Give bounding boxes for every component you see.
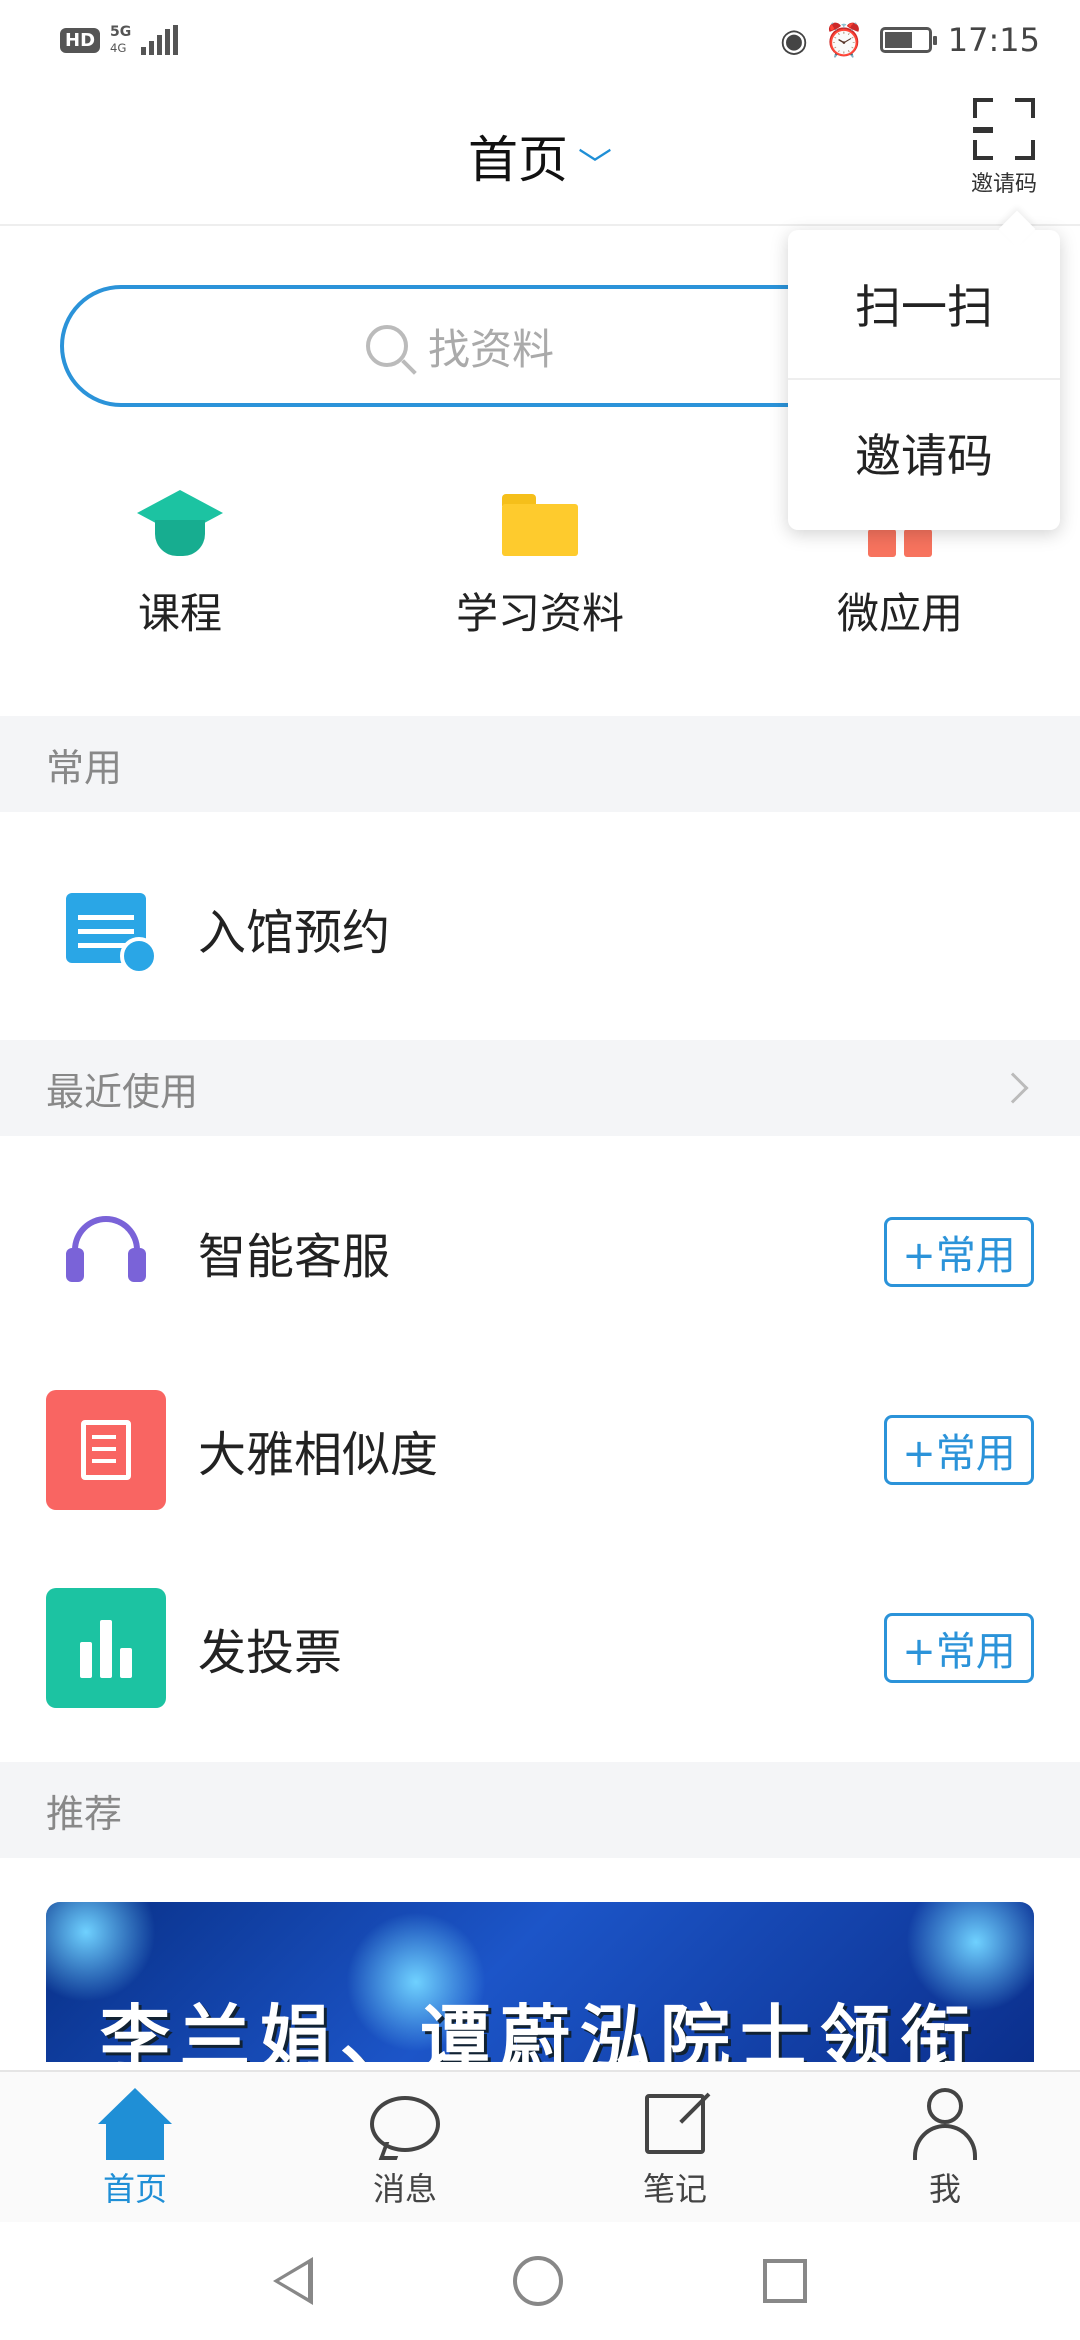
home-icon: [98, 2088, 172, 2160]
app-header: 首页 ﹀ 邀请码: [0, 80, 1080, 226]
invite-code-button[interactable]: 邀请码: [964, 98, 1044, 198]
calendar-clock-icon: [66, 893, 158, 975]
hd-indicator: HD: [60, 27, 101, 53]
home-circle-icon[interactable]: [513, 2256, 563, 2306]
list-item-label: 智能客服: [198, 1229, 391, 1285]
back-icon[interactable]: [273, 2257, 313, 2305]
list-item-label: 大雅相似度: [198, 1427, 439, 1483]
quick-entry-label: 学习资料: [455, 589, 624, 638]
recents-icon[interactable]: [763, 2259, 807, 2303]
search-placeholder: 找资料: [427, 324, 554, 374]
edit-note-icon: [645, 2094, 705, 2154]
add-to-common-button[interactable]: +常用: [884, 1613, 1034, 1683]
quick-entry-materials[interactable]: 学习资料: [360, 470, 720, 670]
section-header-common: 常用: [0, 716, 1080, 812]
add-to-common-button[interactable]: +常用: [884, 1217, 1034, 1287]
tab-label: 首页: [102, 2170, 167, 2208]
add-to-common-button[interactable]: +常用: [884, 1415, 1034, 1485]
quick-entry-label: 微应用: [836, 589, 963, 638]
list-item-vote[interactable]: 发投票 +常用: [0, 1550, 1080, 1746]
scan-frame-icon: [973, 98, 1035, 160]
tab-home[interactable]: 首页: [0, 2072, 270, 2222]
menu-item-invite-code[interactable]: 邀请码: [788, 378, 1060, 526]
status-bar: HD 5G 4G ◉ ⏰ 17:15: [0, 0, 1080, 80]
section-title: 常用: [46, 745, 123, 790]
chevron-right-icon: [997, 1072, 1029, 1104]
quick-entry-courses[interactable]: 课程: [0, 470, 360, 670]
list-item-label: 发投票: [198, 1625, 343, 1681]
tab-label: 消息: [372, 2170, 437, 2208]
quick-entry-label: 课程: [137, 589, 222, 638]
page-title: 首页: [468, 131, 568, 189]
tab-notes[interactable]: 笔记: [540, 2072, 810, 2222]
list-item-label: 入馆预约: [198, 905, 391, 961]
tab-messages[interactable]: 消息: [270, 2072, 540, 2222]
bottom-tab-bar: 首页 消息 笔记 我: [0, 2070, 1080, 2222]
recommend-banner[interactable]: 李兰娟、谭蔚泓院士领衔: [46, 1902, 1034, 2062]
list-item-daya-similarity[interactable]: 大雅相似度 +常用: [0, 1352, 1080, 1548]
section-title: 最近使用: [46, 1069, 199, 1114]
search-box[interactable]: 找资料: [60, 285, 860, 407]
menu-item-scan[interactable]: 扫一扫: [788, 230, 1060, 378]
bar-chart-icon: [46, 1588, 166, 1708]
battery-icon: [879, 27, 937, 53]
invite-code-label: 邀请码: [970, 172, 1037, 197]
tab-me[interactable]: 我: [810, 2072, 1080, 2222]
banner-title: 李兰娟、谭蔚泓院士领衔: [100, 1997, 980, 2062]
section-title: 推荐: [46, 1791, 123, 1836]
search-icon: [365, 325, 408, 367]
list-item-smart-service[interactable]: 智能客服 +常用: [0, 1154, 1080, 1350]
message-bubble-icon: [370, 2096, 440, 2152]
user-icon: [913, 2088, 977, 2160]
system-navigation-bar: [0, 2222, 1080, 2340]
network-indicator: 5G 4G: [110, 24, 132, 55]
chevron-down-icon: ﹀: [578, 146, 612, 186]
graduation-cap-icon: [137, 490, 223, 560]
folder-icon: [502, 494, 578, 556]
list-item-library-booking[interactable]: 入馆预约: [0, 830, 1080, 1026]
page-title-dropdown[interactable]: 首页 ﹀: [0, 120, 1080, 192]
alarm-icon: ⏰: [823, 21, 864, 59]
tab-label: 笔记: [642, 2170, 707, 2208]
section-header-recent[interactable]: 最近使用: [0, 1040, 1080, 1136]
section-header-recommend: 推荐: [0, 1762, 1080, 1858]
tab-label: 我: [928, 2170, 961, 2208]
header-popup-menu: 扫一扫 邀请码: [788, 230, 1060, 530]
clock-time: 17:15: [947, 21, 1040, 59]
eye-icon: ◉: [780, 21, 808, 59]
headset-icon: [66, 1212, 146, 1292]
document-check-icon: [46, 1390, 166, 1510]
signal-icon: [141, 25, 179, 55]
